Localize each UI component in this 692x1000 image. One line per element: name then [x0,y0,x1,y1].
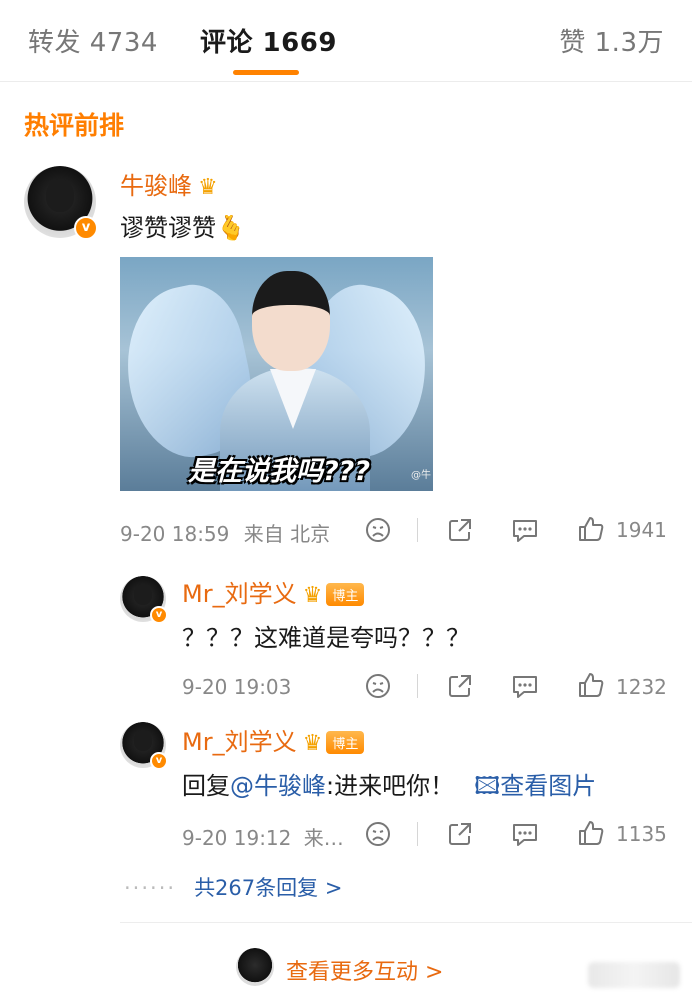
view-image-link[interactable]: 🖾查看图片 [474,772,596,800]
crown-icon: ♛ [198,175,218,200]
share-icon[interactable] [446,516,474,544]
like-thumb-icon[interactable] [576,514,606,544]
reply-body: :进来吧你！ [326,772,455,800]
comment-tab-bar: 转发 4734 评论 1669 赞 1.3万 [0,0,692,82]
avatar[interactable]: v [24,166,98,240]
dislike-face-icon[interactable] [364,820,392,848]
reply-thread-dots: ······ [124,876,177,900]
like-count: 1232 [616,675,667,699]
reply-text: 回复@牛骏峰:进来吧你！ 🖾查看图片 [182,766,596,810]
like-thumb-icon[interactable] [576,670,606,700]
meta-divider [417,674,418,698]
reply-comment-icon[interactable] [510,672,540,700]
comment-image[interactable]: 是在说我吗??? @牛 [120,257,433,491]
hot-comments-heading: 热评前排 [24,111,125,140]
comment-source: 来自 北京 [243,522,331,546]
reply-text: ？？？这难道是夸吗？？？ [182,624,470,652]
section-divider [120,922,692,923]
reply-author-name[interactable]: Mr_刘学义 [182,728,297,756]
like-count: 1135 [616,822,667,846]
avatar[interactable]: v [120,576,168,624]
reply-time: 9-20 19:12 [182,826,292,850]
reply-author[interactable]: Mr_刘学义 ♛ 博主 [182,722,365,757]
avatar [236,948,274,986]
verified-badge-icon: v [74,216,98,240]
image-watermark: @牛 [411,470,431,481]
like-thumb-icon[interactable] [576,818,606,848]
more-interactions-label[interactable]: 查看更多互动 > [286,954,443,986]
comment-meta: 9-20 18:59 来自 北京 [120,518,330,547]
avatar-figure [133,584,153,606]
crown-icon: ♛ [302,583,323,608]
avatar-figure [45,178,75,213]
comment-author-name[interactable]: 牛骏峰 [120,172,192,200]
verified-badge-icon: v [150,752,168,770]
avatar-figure [133,730,153,752]
image-icon: 🖾 [474,772,501,800]
blogger-badge: 博主 [326,583,365,606]
reply-author-name[interactable]: Mr_刘学义 [182,580,297,608]
like-count: 1941 [616,518,667,542]
comment-author[interactable]: 牛骏峰 ♛ [120,166,218,201]
tab-likes[interactable]: 赞 1.3万 [559,22,664,59]
more-replies-link[interactable]: ······ 共267条回复 > [124,872,342,902]
share-icon[interactable] [446,672,474,700]
reply-source: 来… [303,826,344,850]
image-caption: 是在说我吗??? [188,456,370,487]
meta-divider [417,822,418,846]
dislike-face-icon[interactable] [364,672,392,700]
view-image-label[interactable]: 查看图片 [500,772,596,800]
reply-prefix: 回复 [182,772,230,800]
meta-divider [417,518,418,542]
figure-head [252,271,330,371]
blogger-badge: 博主 [326,731,365,754]
comment-text: 谬赞谬赞🫰 [120,214,246,242]
more-replies-label[interactable]: 共267条回复 > [194,876,342,900]
reply-comment-icon[interactable] [510,820,540,848]
tab-comments[interactable]: 评论 1669 [200,22,337,59]
reply-meta: 9-20 19:12 来… [182,822,344,851]
avatar[interactable]: v [120,722,168,770]
reply-comment-icon[interactable] [510,516,540,544]
verified-badge-icon: v [150,606,168,624]
comment-time: 9-20 18:59 [120,522,230,546]
active-tab-indicator [233,70,299,75]
blurred-watermark [588,962,680,988]
dislike-face-icon[interactable] [364,516,392,544]
reply-author[interactable]: Mr_刘学义 ♛ 博主 [182,574,365,609]
tab-repost[interactable]: 转发 4734 [28,22,158,59]
share-icon[interactable] [446,820,474,848]
mention-link[interactable]: @牛骏峰 [230,772,326,800]
reply-time: 9-20 19:03 [182,675,292,699]
crown-icon: ♛ [302,731,323,756]
